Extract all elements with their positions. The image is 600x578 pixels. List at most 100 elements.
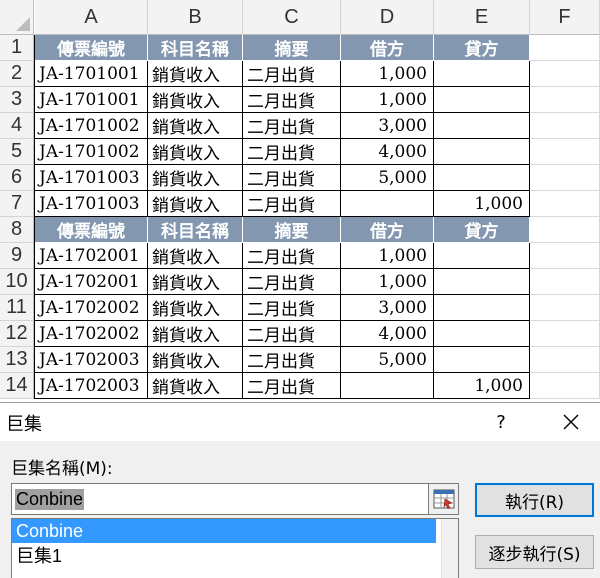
macro-list-item[interactable]: 巨集1: [12, 543, 458, 567]
run-button[interactable]: 執行(R): [475, 483, 594, 517]
step-into-button[interactable]: 逐步執行(S): [475, 535, 594, 569]
list-scrollbar[interactable]: [441, 519, 458, 578]
table-cell[interactable]: 銷貨收入: [148, 373, 243, 399]
table-cell[interactable]: 銷貨收入: [148, 321, 243, 347]
table-header-cell[interactable]: 摘要: [243, 35, 341, 61]
column-header-c[interactable]: C: [243, 0, 341, 35]
table-header-cell[interactable]: 傳票編號: [35, 35, 148, 61]
table-cell[interactable]: 銷貨收入: [148, 191, 243, 217]
table-cell[interactable]: 銷貨收入: [148, 269, 243, 295]
table-cell[interactable]: JA-1702001: [35, 269, 148, 295]
table-cell[interactable]: [530, 269, 600, 295]
table-cell[interactable]: 銷貨收入: [148, 347, 243, 373]
table-cell[interactable]: 二月出貨: [243, 191, 341, 217]
table-cell[interactable]: 二月出貨: [243, 347, 341, 373]
table-cell[interactable]: 二月出貨: [243, 321, 341, 347]
table-cell[interactable]: [434, 321, 530, 347]
table-cell[interactable]: [434, 139, 530, 165]
table-cell[interactable]: [341, 373, 434, 399]
row-header-2[interactable]: 2: [0, 61, 34, 87]
table-cell[interactable]: 二月出貨: [243, 165, 341, 191]
table-cell[interactable]: JA-1701003: [35, 165, 148, 191]
table-header-cell[interactable]: 摘要: [243, 217, 341, 243]
row-header-4[interactable]: 4: [0, 113, 34, 139]
table-cell[interactable]: [434, 347, 530, 373]
table-header-cell[interactable]: 借方: [341, 35, 434, 61]
table-cell[interactable]: 二月出貨: [243, 113, 341, 139]
table-cell[interactable]: [434, 165, 530, 191]
macro-name-input[interactable]: Conbine: [11, 483, 429, 515]
table-cell[interactable]: 1,000: [341, 61, 434, 87]
row-header-13[interactable]: 13: [0, 347, 34, 373]
table-cell[interactable]: JA-1701002: [35, 113, 148, 139]
table-cell[interactable]: 銷貨收入: [148, 61, 243, 87]
table-cell[interactable]: JA-1701002: [35, 139, 148, 165]
table-cell[interactable]: 3,000: [341, 295, 434, 321]
table-cell[interactable]: 1,000: [434, 191, 530, 217]
table-cell[interactable]: 二月出貨: [243, 61, 341, 87]
table-cell[interactable]: [530, 217, 600, 243]
table-cell[interactable]: JA-1702003: [35, 373, 148, 399]
table-cell[interactable]: JA-1702002: [35, 295, 148, 321]
table-cell[interactable]: 1,000: [341, 87, 434, 113]
table-cell[interactable]: [530, 295, 600, 321]
table-cell[interactable]: [530, 373, 600, 399]
table-cell[interactable]: 銷貨收入: [148, 139, 243, 165]
table-cell[interactable]: JA-1702002: [35, 321, 148, 347]
table-cell[interactable]: 銷貨收入: [148, 295, 243, 321]
table-cell[interactable]: 3,000: [341, 113, 434, 139]
table-cell[interactable]: [530, 87, 600, 113]
table-header-cell[interactable]: 貸方: [434, 35, 530, 61]
table-cell[interactable]: 二月出貨: [243, 243, 341, 269]
column-header-b[interactable]: B: [148, 0, 243, 35]
table-cell[interactable]: 二月出貨: [243, 373, 341, 399]
row-header-6[interactable]: 6: [0, 165, 34, 191]
table-cell[interactable]: [530, 347, 600, 373]
table-cell[interactable]: JA-1702003: [35, 347, 148, 373]
row-header-8[interactable]: 8: [0, 217, 34, 243]
table-cell[interactable]: [434, 269, 530, 295]
table-cell[interactable]: [530, 113, 600, 139]
column-header-a[interactable]: A: [35, 0, 148, 35]
table-cell[interactable]: 二月出貨: [243, 87, 341, 113]
table-header-cell[interactable]: 借方: [341, 217, 434, 243]
column-header-f[interactable]: F: [530, 0, 600, 35]
table-cell[interactable]: 1,000: [341, 243, 434, 269]
row-header-14[interactable]: 14: [0, 373, 34, 399]
table-header-cell[interactable]: 科目名稱: [148, 35, 243, 61]
table-cell[interactable]: [434, 87, 530, 113]
table-cell[interactable]: [530, 61, 600, 87]
table-cell[interactable]: [434, 61, 530, 87]
table-cell[interactable]: [434, 295, 530, 321]
row-header-5[interactable]: 5: [0, 139, 34, 165]
select-all-corner[interactable]: [0, 0, 34, 35]
table-cell[interactable]: [530, 35, 600, 61]
table-cell[interactable]: 4,000: [341, 139, 434, 165]
table-cell[interactable]: 銷貨收入: [148, 113, 243, 139]
table-cell[interactable]: JA-1701003: [35, 191, 148, 217]
table-header-cell[interactable]: 貸方: [434, 217, 530, 243]
row-header-12[interactable]: 12: [0, 321, 34, 347]
table-cell[interactable]: [530, 139, 600, 165]
table-cell[interactable]: [530, 321, 600, 347]
table-cell[interactable]: 銷貨收入: [148, 87, 243, 113]
table-cell[interactable]: 1,000: [341, 269, 434, 295]
table-cell[interactable]: [530, 191, 600, 217]
table-cell[interactable]: JA-1701001: [35, 87, 148, 113]
row-header-3[interactable]: 3: [0, 87, 34, 113]
table-cell[interactable]: 1,000: [434, 373, 530, 399]
row-header-9[interactable]: 9: [0, 243, 34, 269]
collapse-dialog-button[interactable]: [429, 483, 459, 515]
table-cell[interactable]: 銷貨收入: [148, 243, 243, 269]
table-cell[interactable]: 5,000: [341, 165, 434, 191]
table-cell[interactable]: 5,000: [341, 347, 434, 373]
macro-list-item[interactable]: Conbine: [12, 519, 436, 543]
column-header-e[interactable]: E: [434, 0, 530, 35]
row-header-11[interactable]: 11: [0, 295, 34, 321]
table-header-cell[interactable]: 傳票編號: [35, 217, 148, 243]
table-cell[interactable]: [434, 243, 530, 269]
row-header-1[interactable]: 1: [0, 35, 34, 61]
table-cell[interactable]: 4,000: [341, 321, 434, 347]
table-cell[interactable]: 二月出貨: [243, 139, 341, 165]
table-cell[interactable]: 二月出貨: [243, 269, 341, 295]
